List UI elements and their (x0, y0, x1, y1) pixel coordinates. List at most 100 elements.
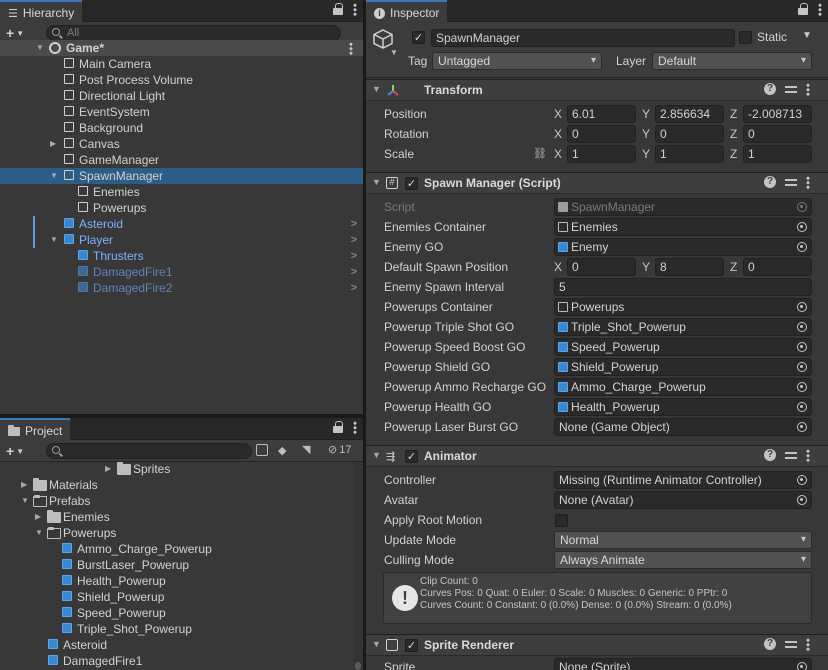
component-menu-icon[interactable] (806, 449, 810, 462)
laser-burst-field[interactable]: None (Game Object) (554, 418, 812, 436)
object-picker-icon[interactable] (797, 475, 807, 485)
scene-row[interactable]: ▼ Game* (0, 40, 363, 56)
search-by-type-icon[interactable] (256, 444, 268, 456)
component-menu-icon[interactable] (806, 638, 810, 651)
help-icon[interactable]: ? (764, 176, 776, 188)
project-search-input[interactable] (46, 443, 252, 459)
static-checkbox[interactable] (739, 31, 752, 44)
hierarchy-item-spawnmanager[interactable]: ▼ SpawnManager (0, 168, 363, 184)
hierarchy-item-main-camera[interactable]: Main Camera (0, 56, 363, 72)
constrain-proportions-icon[interactable]: ⛓ (533, 147, 547, 160)
more-menu-icon[interactable] (818, 3, 822, 16)
enemies-container-field[interactable]: Enemies (554, 218, 812, 236)
tag-icon[interactable]: ◥ (302, 443, 310, 456)
hierarchy-item-gamemanager[interactable]: GameManager (0, 152, 363, 168)
project-item-speed-powerup[interactable]: Speed_Powerup (0, 605, 352, 621)
component-enabled-checkbox[interactable]: ✓ (405, 177, 418, 190)
tab-project[interactable]: Project (0, 418, 71, 440)
default-spawn-x-field[interactable]: 0 (567, 258, 636, 276)
rotation-x-field[interactable]: 0 (567, 125, 636, 143)
expand-arrow-icon[interactable]: ▼ (21, 493, 29, 509)
object-picker-icon[interactable] (797, 322, 807, 332)
object-picker-icon[interactable] (797, 302, 807, 312)
hierarchy-item-eventsystem[interactable]: EventSystem (0, 104, 363, 120)
hierarchy-item-damagedfire1[interactable]: DamagedFire1 > (0, 264, 363, 280)
health-field[interactable]: Health_Powerup (554, 398, 812, 416)
presets-icon[interactable] (785, 638, 797, 650)
rotation-y-field[interactable]: 0 (655, 125, 724, 143)
hierarchy-item-player[interactable]: ▼ Player > (0, 232, 363, 248)
lock-icon[interactable] (798, 3, 808, 16)
create-dropdown[interactable]: + ▼ (6, 443, 24, 459)
default-spawn-z-field[interactable]: 0 (743, 258, 812, 276)
expand-arrow-icon[interactable]: ▶ (50, 136, 56, 152)
lock-icon[interactable] (333, 421, 343, 434)
object-name-input[interactable]: SpawnManager (431, 29, 735, 47)
project-item-powerups[interactable]: ▼ Powerups (0, 525, 352, 541)
hierarchy-item-directional-light[interactable]: Directional Light (0, 88, 363, 104)
component-enabled-checkbox[interactable]: ✓ (405, 450, 418, 463)
tag-dropdown[interactable]: Untagged (432, 52, 602, 70)
project-item-prefabs[interactable]: ▼ Prefabs (0, 493, 352, 509)
chevron-right-icon[interactable]: > (351, 264, 357, 280)
position-z-field[interactable]: -2.008713 (743, 105, 812, 123)
expand-arrow-icon[interactable]: ▼ (50, 232, 58, 248)
hierarchy-item-powerups[interactable]: Powerups (0, 200, 363, 216)
chevron-right-icon[interactable]: > (351, 248, 357, 264)
object-picker-icon[interactable] (797, 422, 807, 432)
component-enabled-checkbox[interactable]: ✓ (405, 639, 418, 652)
fold-arrow-icon[interactable]: ▼ (372, 450, 381, 460)
object-picker-icon[interactable] (797, 342, 807, 352)
fold-arrow-icon[interactable]: ▼ (372, 639, 381, 649)
tab-hierarchy[interactable]: ☰ Hierarchy (0, 0, 83, 22)
presets-icon[interactable] (785, 176, 797, 188)
help-icon[interactable]: ? (764, 83, 776, 95)
expand-arrow-icon[interactable]: ▶ (105, 461, 111, 477)
gameobject-icon[interactable] (372, 28, 394, 50)
static-dropdown-icon[interactable]: ▼ (802, 30, 812, 41)
speed-boost-field[interactable]: Speed_Powerup (554, 338, 812, 356)
expand-arrow-icon[interactable]: ▶ (35, 509, 41, 525)
object-picker-icon[interactable] (797, 362, 807, 372)
tab-inspector[interactable]: i Inspector (366, 0, 448, 22)
sprite-renderer-header[interactable]: ▼ ✓ Sprite Renderer ? (366, 634, 828, 656)
caret-down-icon[interactable]: ▼ (390, 48, 398, 57)
object-picker-icon[interactable] (797, 222, 807, 232)
presets-icon[interactable] (785, 449, 797, 461)
avatar-field[interactable]: None (Avatar) (554, 491, 812, 509)
project-item-damagedfire1[interactable]: DamagedFire1 (0, 653, 352, 669)
object-picker-icon[interactable] (797, 382, 807, 392)
more-menu-icon[interactable] (353, 3, 357, 16)
project-item-ammo-charge-powerup[interactable]: Ammo_Charge_Powerup (0, 541, 352, 557)
hierarchy-item-damagedfire2[interactable]: DamagedFire2 > (0, 280, 363, 296)
help-icon[interactable]: ? (764, 449, 776, 461)
root-motion-checkbox[interactable] (555, 514, 568, 527)
culling-mode-dropdown[interactable]: Always Animate (554, 551, 812, 569)
create-dropdown[interactable]: + ▼ (6, 25, 24, 41)
scale-y-field[interactable]: 1 (655, 145, 724, 163)
project-item-asteroid[interactable]: Asteroid (0, 637, 352, 653)
presets-icon[interactable] (785, 83, 797, 95)
object-picker-icon[interactable] (797, 242, 807, 252)
animator-header[interactable]: ▼ ⇶ ✓ Animator ? (366, 445, 828, 467)
spawn-manager-header[interactable]: ▼ # ✓ Spawn Manager (Script) ? (366, 172, 828, 194)
expand-arrow-icon[interactable]: ▼ (35, 525, 43, 541)
hierarchy-item-canvas[interactable]: ▶ Canvas (0, 136, 363, 152)
more-menu-icon[interactable] (353, 421, 357, 434)
hierarchy-item-background[interactable]: Background (0, 120, 363, 136)
component-menu-icon[interactable] (806, 176, 810, 189)
fold-arrow-icon[interactable]: ▼ (372, 177, 381, 187)
lock-icon[interactable] (333, 3, 343, 16)
fold-arrow-icon[interactable]: ▼ (372, 84, 381, 94)
transform-header[interactable]: ▼ Transform ? (366, 79, 828, 101)
sprite-field[interactable]: None (Sprite) (554, 658, 812, 670)
project-item-triple-shot-powerup[interactable]: Triple_Shot_Powerup (0, 621, 352, 637)
chevron-right-icon[interactable]: > (351, 216, 357, 232)
expand-arrow-icon[interactable]: ▶ (21, 477, 27, 493)
component-menu-icon[interactable] (806, 83, 810, 96)
project-item-enemies[interactable]: ▶ Enemies (0, 509, 352, 525)
scale-z-field[interactable]: 1 (743, 145, 812, 163)
position-x-field[interactable]: 6.01 (567, 105, 636, 123)
hierarchy-item-asteroid[interactable]: Asteroid > (0, 216, 363, 232)
triple-shot-field[interactable]: Triple_Shot_Powerup (554, 318, 812, 336)
